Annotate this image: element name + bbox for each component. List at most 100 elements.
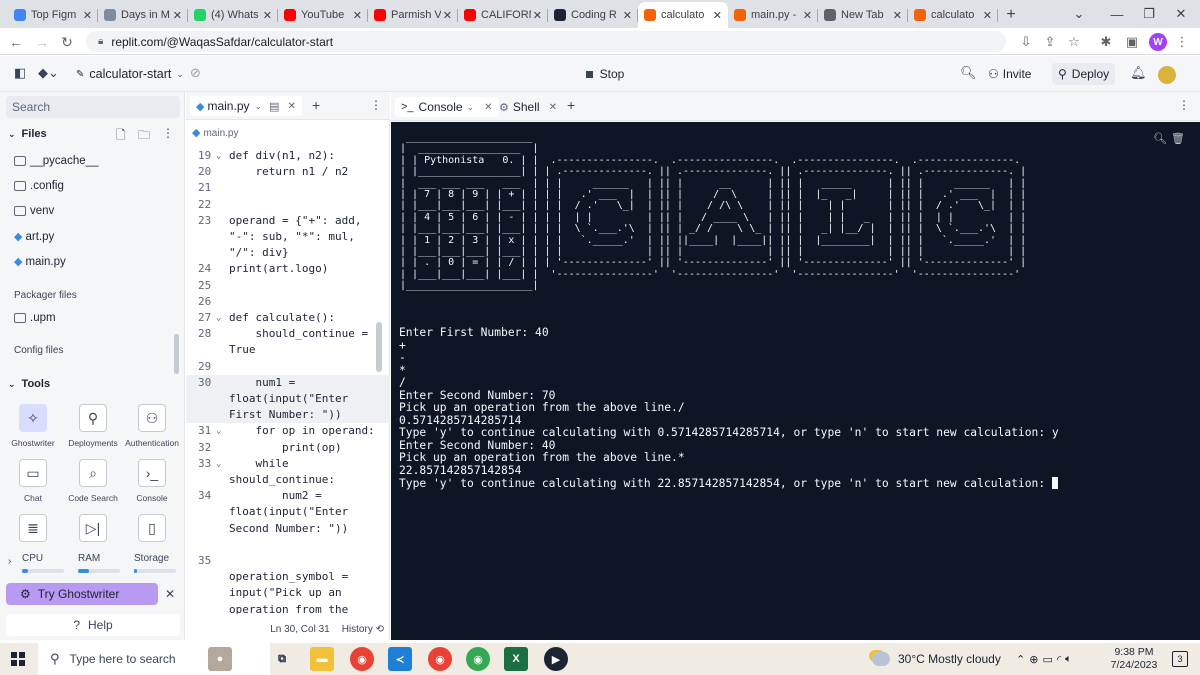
fold-chevron-icon[interactable]: ⌄	[216, 456, 221, 472]
replit-logo-icon[interactable]: ◆⌄	[38, 65, 59, 81]
chevron-up-icon[interactable]: ⌃	[1016, 653, 1025, 666]
tools-section-header[interactable]: ⌄ Tools	[8, 378, 50, 390]
dismiss-ghostwriter-icon[interactable]: ✕	[165, 587, 175, 601]
close-tab-icon[interactable]: ✕	[533, 9, 542, 22]
browser-tab[interactable]: calculato ✕	[638, 2, 728, 28]
file-item[interactable]: ◆ main.py	[14, 255, 66, 269]
browser-tab[interactable]: Coding R ✕	[548, 2, 638, 28]
stop-button[interactable]: Stop	[575, 63, 635, 85]
tab-search-icon[interactable]: ⌄	[1060, 0, 1098, 28]
folder-item[interactable]: venv	[14, 205, 54, 217]
editor-scrollbar[interactable]	[376, 322, 382, 372]
debugger-icon[interactable]: ▷|	[79, 514, 107, 542]
url-bar[interactable]: 🔒︎ replit.com/@WaqasSafdar/calculator-st…	[86, 31, 1006, 52]
folder-item[interactable]: .config	[14, 180, 64, 192]
folder-item[interactable]: .upm	[14, 312, 56, 324]
file-explorer-icon[interactable]: ▬	[310, 647, 334, 671]
extensions-icon[interactable]: ✱	[1096, 32, 1116, 52]
browser-tab[interactable]: New Tab ✕	[818, 2, 908, 28]
history-button[interactable]: History ⟲	[342, 624, 384, 635]
sidebar-toggle-icon[interactable]: ◧	[14, 65, 26, 81]
chrome-profile-icon[interactable]: ◉	[428, 647, 452, 671]
close-window-icon[interactable]: ✕	[1162, 0, 1200, 28]
close-tab-icon[interactable]: ✕	[623, 9, 632, 22]
add-tab-icon[interactable]: +	[567, 97, 575, 113]
folder-item[interactable]: __pycache__	[14, 155, 98, 167]
forward-icon[interactable]: →	[32, 32, 52, 52]
bookmark-star-icon[interactable]: ☆	[1064, 32, 1084, 52]
windows-start-icon[interactable]	[11, 652, 25, 666]
volume-icon[interactable]: 🔈︎	[1065, 653, 1072, 666]
editor-menu-icon[interactable]: ⋮	[370, 98, 382, 112]
chrome-icon[interactable]: ◉	[350, 647, 374, 671]
close-tab-icon[interactable]: ✕	[173, 9, 182, 22]
search-icon[interactable]: 🔍︎	[960, 65, 977, 81]
console-output[interactable]: _____________________ | ________________…	[391, 122, 1200, 640]
search-icon[interactable]: 🔍︎	[1153, 132, 1167, 145]
vscode-icon[interactable]: ≺	[388, 647, 412, 671]
browser-tab[interactable]: calculato ✕	[908, 2, 998, 28]
chevron-right-icon[interactable]: ›	[8, 556, 11, 567]
breadcrumb[interactable]: ◆ main.py	[192, 126, 238, 139]
deployments-icon[interactable]: ⚲	[79, 404, 107, 432]
browser-tab[interactable]: Parmish V ✕	[368, 2, 458, 28]
weather-widget[interactable]: 30°C Mostly cloudy	[872, 643, 1001, 675]
authentication-icon[interactable]: ⚇	[138, 404, 166, 432]
ghostwriter-icon[interactable]: ✧	[19, 404, 47, 432]
chat-icon[interactable]: ▭	[19, 459, 47, 487]
split-pane-icon[interactable]: ▤	[269, 100, 279, 113]
console-icon[interactable]: ›_	[138, 459, 166, 487]
notifications-bell-icon[interactable]: 🔔︎	[1130, 65, 1147, 81]
files-menu-icon[interactable]: ⋮	[162, 126, 174, 140]
sidebar-search-input[interactable]: Search	[6, 96, 180, 118]
close-tab-icon[interactable]: ✕	[484, 102, 492, 113]
close-tab-icon[interactable]: ✕	[287, 101, 295, 112]
help-button[interactable]: ? Help	[6, 614, 180, 636]
close-tab-icon[interactable]: ✕	[803, 9, 812, 22]
battery-icon[interactable]: ▭	[1042, 653, 1052, 666]
close-tab-icon[interactable]: ✕	[263, 9, 272, 22]
profile-avatar[interactable]: W	[1149, 33, 1167, 51]
try-ghostwriter-button[interactable]: ⚙︎ Try Ghostwriter	[6, 583, 158, 605]
files-section-header[interactable]: ⌄ Files	[8, 128, 47, 140]
close-tab-icon[interactable]: ✕	[83, 9, 92, 22]
task-view-icon[interactable]: ⧉	[270, 647, 294, 671]
tab-main-py[interactable]: ◆ main.py ⌄ ▤ ✕	[190, 96, 302, 116]
browser-tab[interactable]: Days in M ✕	[98, 2, 188, 28]
close-tab-icon[interactable]: ✕	[713, 9, 722, 22]
media-player-icon[interactable]: ▶	[544, 647, 568, 671]
code-area[interactable]: 19 ⌄ def div(n1, n2): 20 return n1 / n2 21 22…	[186, 142, 390, 614]
notification-center-icon[interactable]: 3	[1172, 651, 1188, 667]
database-icon[interactable]: ≣	[19, 514, 47, 542]
close-tab-icon[interactable]: ✕	[443, 9, 452, 22]
new-file-icon[interactable]: 🗋︎	[116, 126, 126, 147]
new-folder-icon[interactable]: 🗀︎	[138, 126, 150, 147]
sidebar-scrollbar[interactable]	[174, 334, 179, 374]
chrome-w-icon[interactable]: ◉	[466, 647, 490, 671]
console-menu-icon[interactable]: ⋮	[1178, 98, 1190, 112]
invite-button[interactable]: ⚇ Invite	[982, 63, 1037, 85]
user-avatar[interactable]	[1158, 66, 1176, 84]
file-item[interactable]: ◆ art.py	[14, 230, 54, 244]
add-tab-icon[interactable]: +	[312, 97, 320, 113]
tab-console[interactable]: >_ Console ⌄ ✕	[395, 97, 499, 117]
excel-icon[interactable]: X	[504, 647, 528, 671]
browser-tab[interactable]: main.py - ✕	[728, 2, 818, 28]
search-icon[interactable]: ⌕	[79, 459, 107, 487]
fold-chevron-icon[interactable]: ⌄	[216, 423, 221, 439]
fold-chevron-icon[interactable]: ⌄	[216, 310, 221, 326]
close-tab-icon[interactable]: ✕	[549, 102, 557, 113]
network-icon[interactable]: ◜	[1057, 653, 1061, 666]
clear-console-icon[interactable]: 🗑︎	[1171, 132, 1185, 145]
taskbar-search-input[interactable]: ⚲ Type here to search	[38, 643, 270, 675]
browser-menu-icon[interactable]: ⋮	[1172, 32, 1192, 52]
share-icon[interactable]: ⇪	[1040, 32, 1060, 52]
repl-name[interactable]: ✎ calculator-start ⌄	[76, 67, 184, 81]
close-tab-icon[interactable]: ✕	[353, 9, 362, 22]
browser-tab[interactable]: Top Figm ✕	[8, 2, 98, 28]
browser-tab[interactable]: CALIFORN✕	[458, 2, 548, 28]
fold-chevron-icon[interactable]: ⌄	[216, 148, 221, 164]
deploy-button[interactable]: ⚲ Deploy	[1052, 63, 1116, 85]
tab-shell[interactable]: ⚙︎ Shell ✕	[493, 97, 563, 117]
pets-widget-icon[interactable]: ●	[208, 647, 232, 671]
